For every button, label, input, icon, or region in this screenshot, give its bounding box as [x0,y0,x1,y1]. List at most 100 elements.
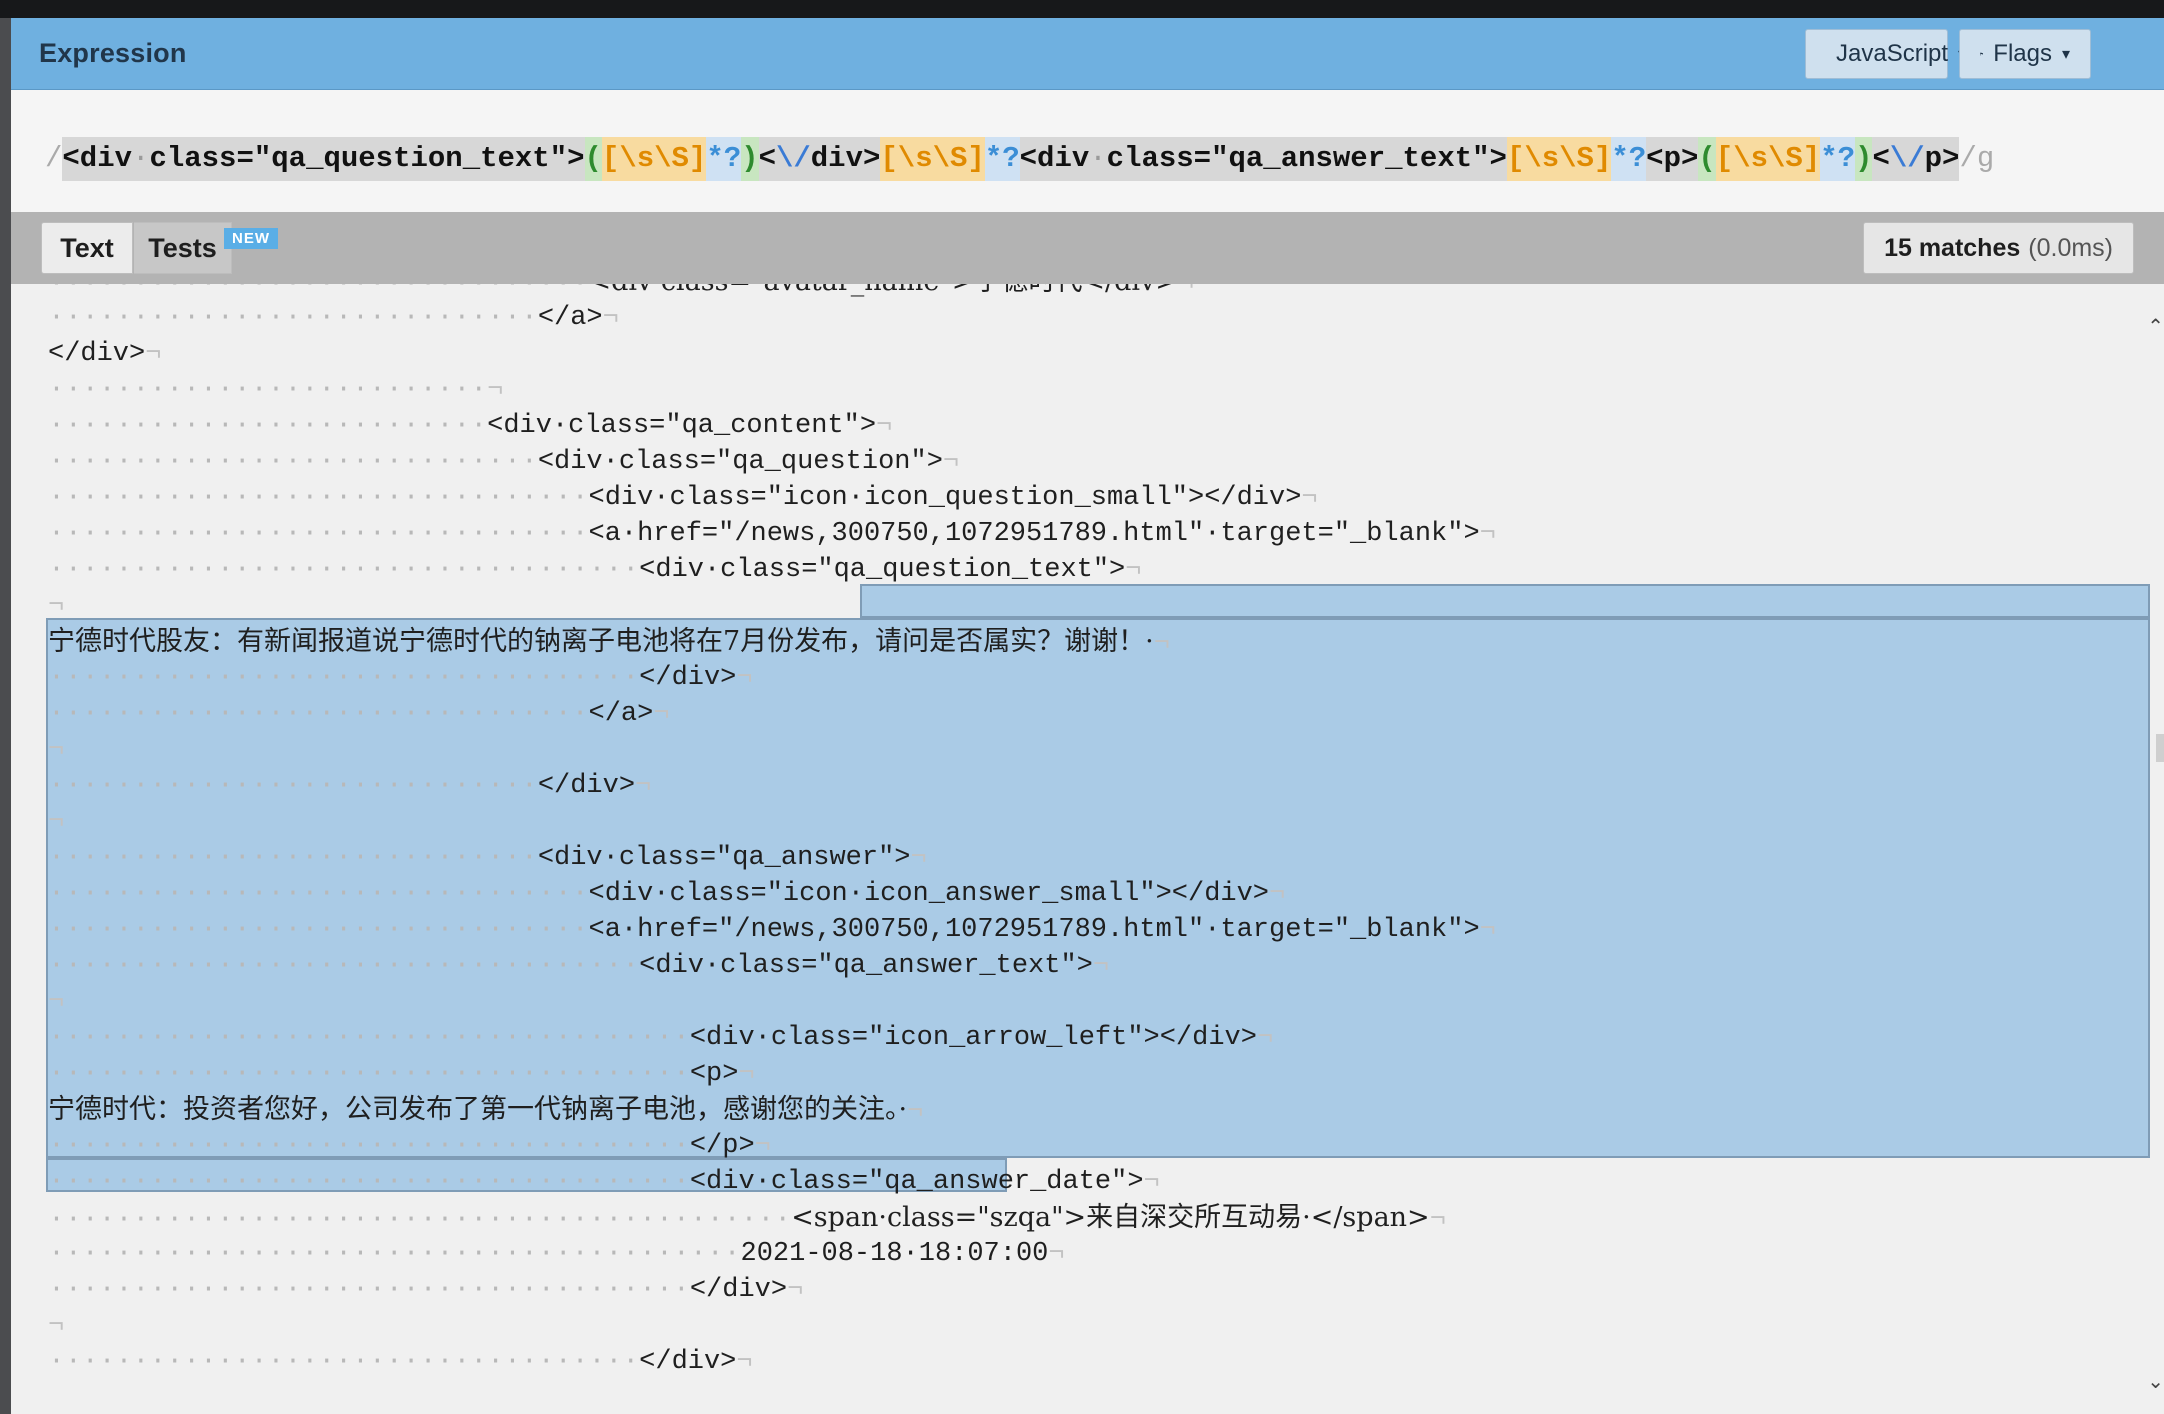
pilcrow-icon: ¬ [1177,284,1195,299]
code-text: <span·class="szqa">来自深交所互动易·</span> [791,1202,1430,1233]
pilcrow-icon: ¬ [907,1097,924,1127]
expression-header: Expression JavaScript ▾ Flags ▾ [11,18,2164,90]
code-text: </div> [639,1347,737,1377]
text-editor[interactable]: ⌃ ⌄ ································<div… [11,284,2164,1414]
scroll-up-icon[interactable]: ⌃ [2147,314,2164,339]
regex-app: Expression JavaScript ▾ Flags ▾ /<div·cl… [11,18,2164,1414]
code-line: ································<div·cla… [48,284,1194,300]
pilcrow-icon: ¬ [1479,915,1496,945]
pilcrow-icon: ¬ [653,699,670,729]
pilcrow-icon: ¬ [1301,483,1318,513]
pilcrow-icon: ¬ [1429,1205,1446,1235]
regex-token: *? [1820,137,1856,181]
code-text: <div·class="qa_answer_date"> [689,1167,1144,1197]
tab-text[interactable]: Text [41,222,133,274]
pilcrow-icon: ¬ [145,339,162,369]
flags-button[interactable]: Flags ▾ [1959,29,2091,79]
regex-token: /g [1959,142,1995,175]
code-text: <div·class="qa_question"> [537,447,943,477]
code-line: ¬ [48,732,64,768]
pilcrow-icon: ¬ [1143,1167,1160,1197]
code-text: <div·class="icon·icon_question_small"></… [588,483,1302,513]
pilcrow-icon: ¬ [1092,951,1110,981]
code-line: ¬ [48,1308,64,1344]
regex-token: <div [62,137,133,181]
code-text: </div> [48,339,146,369]
code-line: ······································<d… [48,1023,1274,1053]
flavor-button[interactable]: JavaScript ▾ [1805,29,1966,79]
regex-token: ) [741,137,759,181]
code-line: ··························¬ [48,375,504,405]
regex-token: [\s\S] [1506,137,1612,181]
match-count: 15 matches [1884,233,2021,262]
code-line: ································</a>¬ [48,699,670,729]
scroll-down-icon[interactable]: ⌄ [2147,1369,2164,1394]
pilcrow-icon: ¬ [736,1347,753,1377]
pilcrow-icon: ¬ [1125,555,1142,585]
code-text: 宁德时代股友：有新闻报道说宁德时代的钠离子电池将在7月份发布，请问是否属实？谢谢… [48,626,1154,657]
code-text: </div> [537,771,636,801]
code-text: <div·class="icon·icon_answer_small"></di… [588,879,1270,909]
regex-token: class="qa_question_text"> [149,137,585,181]
code-line: ········································… [48,1202,1446,1235]
regex-token: [\s\S] [601,137,707,181]
regex-token: < [1872,137,1890,181]
code-text: </a> [537,303,603,333]
regex-expression[interactable]: /<div·class="qa_question_text">([\s\S]*?… [45,137,1994,181]
regex-token: class="qa_answer_text"> [1106,137,1507,181]
code-line: ········································… [48,1239,1065,1269]
expression-input[interactable]: /<div·class="qa_question_text">([\s\S]*?… [11,90,2164,212]
chevron-down-icon: ▾ [2061,46,2070,63]
pilcrow-icon: ¬ [48,735,65,765]
pilcrow-icon: ¬ [942,447,960,477]
code-line: ¬ [48,588,64,624]
code-line: ·····························</div>¬ [48,771,652,801]
code-text: <p> [689,1059,739,1089]
code-line: ································<a·href=… [48,519,1496,549]
match-info[interactable]: 15 matches (0.0ms) [1863,222,2134,274]
code-line: ······································</… [48,1131,771,1161]
pilcrow-icon: ¬ [48,807,65,837]
code-line: </div>¬ [48,336,161,372]
regex-token: *? [706,137,742,181]
pilcrow-icon: ¬ [48,591,65,621]
scrollbar-thumb[interactable] [2156,734,2164,762]
code-line: ··························<div·class="qa… [48,411,893,441]
code-text: <a·href="/news,300750,1072951789.html"·t… [588,915,1480,945]
code-text: <div·class="qa_question_text"> [639,555,1126,585]
regex-token: <div [1019,137,1090,181]
pilcrow-icon: ¬ [787,1275,804,1305]
pilcrow-icon: ¬ [1153,629,1170,659]
code-text: 2021-08-18·18:07:00 [740,1239,1049,1269]
code-text: </a> [588,699,654,729]
code-line: ······································</… [48,1275,804,1305]
pilcrow-icon: ¬ [48,1311,65,1341]
tabs-bar: Text Tests NEW 15 matches (0.0ms) [11,212,2164,284]
code-text: </p> [689,1131,755,1161]
pilcrow-icon: ¬ [1269,879,1286,909]
pilcrow-icon: ¬ [602,303,619,333]
code-text: <div·class="qa_content"> [487,411,877,441]
window-top-strip [0,0,2164,18]
code-line: ································<a·href=… [48,915,1496,945]
pilcrow-icon: ¬ [635,771,652,801]
code-line: 宁德时代：投资者您好，公司发布了第一代钠离子电池，感谢您的关注。·¬ [48,1092,923,1128]
flags-label: Flags [1993,40,2052,67]
match-time: (0.0ms) [2028,233,2113,262]
pilcrow-icon: ¬ [876,411,893,441]
pilcrow-icon: ¬ [1256,1023,1274,1053]
pilcrow-icon: ¬ [754,1131,771,1161]
flavor-label: JavaScript [1836,40,1949,67]
pilcrow-icon: ¬ [1479,519,1496,549]
match-highlight [860,584,2150,618]
tab-tests[interactable]: Tests [134,222,232,274]
code-text: </div> [689,1275,788,1305]
regex-token: [\s\S] [880,137,985,181]
code-line: ¬ [48,804,64,840]
pilcrow-icon: ¬ [48,987,65,1017]
regex-token: \/ [775,137,811,181]
pilcrow-icon: ¬ [910,843,927,873]
code-line: ······································<d… [48,1167,1160,1197]
regex-token: <p> [1646,137,1699,181]
flag-icon [1980,52,1984,56]
